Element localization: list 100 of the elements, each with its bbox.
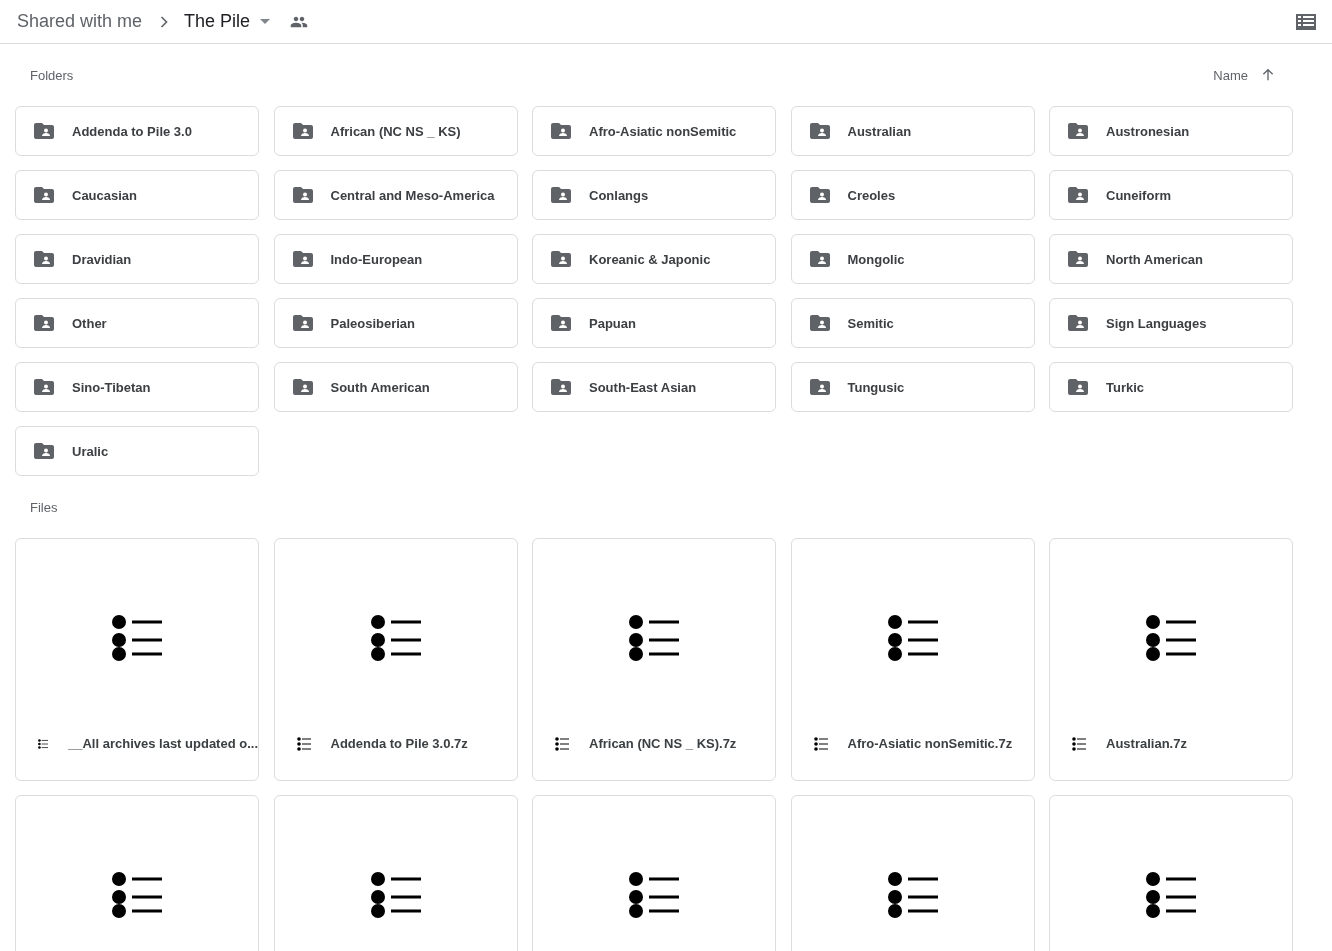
list-icon	[1146, 614, 1196, 661]
folder-name: Sign Languages	[1106, 315, 1207, 331]
shared-folder-icon	[551, 251, 571, 267]
shared-folder-icon	[809, 123, 830, 139]
folder-card[interactable]: Turkic	[1049, 362, 1293, 412]
folder-card[interactable]: Tungusic	[790, 362, 1035, 412]
folder-card[interactable]: Australian	[790, 106, 1035, 156]
folder-card[interactable]: Addenda to Pile 3.0	[15, 106, 259, 156]
shared-folder-icon	[551, 187, 571, 203]
folder-card[interactable]: Austronesian	[1049, 106, 1293, 156]
folder-name: Paleosiberian	[330, 315, 416, 331]
shared-folder-icon	[1068, 379, 1088, 395]
folder-card[interactable]: Papuan	[532, 298, 776, 348]
shared-folder-icon	[1068, 251, 1088, 267]
folder-card[interactable]: Mongolic	[790, 234, 1035, 284]
folder-card[interactable]: Cuneiform	[1049, 170, 1293, 220]
folder-card[interactable]: South-East Asian	[532, 362, 776, 412]
folder-name: Creoles	[847, 187, 896, 203]
folder-card[interactable]: South American	[273, 362, 518, 412]
folder-name: Other	[72, 315, 107, 331]
shared-folder-icon	[1068, 123, 1088, 139]
list-icon	[813, 736, 828, 751]
list-icon	[887, 614, 938, 661]
file-card[interactable]: __All archives last updated o...	[15, 538, 259, 781]
folder-name: Uralic	[72, 443, 109, 459]
folder-name: Papuan	[589, 315, 636, 331]
file-name: Australian.7z	[1106, 736, 1187, 751]
folder-card[interactable]: Sino-Tibetan	[15, 362, 259, 412]
folder-card[interactable]: Creoles	[790, 170, 1035, 220]
shared-folder-icon	[551, 379, 571, 395]
shared-folder-icon	[34, 315, 54, 331]
list-icon	[370, 871, 421, 918]
folder-name: North American	[1106, 251, 1204, 267]
shared-folder-icon	[292, 187, 313, 203]
shared-folder-icon	[34, 443, 54, 459]
folder-card[interactable]: Sign Languages	[1049, 298, 1293, 348]
list-icon	[1072, 736, 1086, 751]
folder-card[interactable]: Other	[15, 298, 259, 348]
shared-folder-icon	[1068, 315, 1088, 331]
list-icon	[112, 614, 162, 661]
folder-card[interactable]: African (NC NS _ KS)	[273, 106, 518, 156]
shared-folder-icon	[34, 187, 54, 203]
folder-name: African (NC NS _ KS)	[330, 123, 461, 139]
shared-folder-icon	[551, 123, 571, 139]
list-icon	[1146, 871, 1196, 918]
file-name: Afro-Asiatic nonSemitic.7z	[847, 736, 1013, 751]
file-card[interactable]: African (NC NS _ KS).7z	[532, 538, 776, 781]
list-icon	[38, 736, 48, 751]
folder-card[interactable]: Semitic	[790, 298, 1035, 348]
folder-card[interactable]: Dravidian	[15, 234, 259, 284]
caret-down-icon[interactable]	[260, 19, 271, 24]
folder-name: Australian	[847, 123, 912, 139]
shared-folder-icon	[292, 123, 313, 139]
folder-card[interactable]: Afro-Asiatic nonSemitic	[532, 106, 776, 156]
list-icon	[629, 614, 679, 661]
shared-folder-icon	[809, 187, 830, 203]
folder-name: South American	[330, 379, 430, 395]
folder-name: Tungusic	[847, 379, 905, 395]
list-icon	[112, 871, 162, 918]
folder-card[interactable]: Uralic	[15, 426, 259, 476]
file-card[interactable]: Australian.7z	[1049, 538, 1293, 781]
breadcrumb-link[interactable]: The Pile	[184, 11, 251, 32]
shared-folder-icon	[1068, 187, 1088, 203]
list-icon	[555, 736, 569, 751]
folder-name: Turkic	[1106, 379, 1145, 395]
folder-name: Caucasian	[72, 187, 138, 203]
shared-folder-icon	[809, 315, 830, 331]
folder-name: Conlangs	[589, 187, 649, 203]
list-icon	[887, 871, 938, 918]
breadcrumb-link[interactable]: Shared with me	[17, 11, 143, 32]
list-view-icon[interactable]	[1296, 13, 1316, 30]
file-card[interactable]: Addenda to Pile 3.0.7z	[273, 538, 518, 781]
file-name: African (NC NS _ KS).7z	[589, 736, 737, 751]
shared-folder-icon	[34, 379, 54, 395]
folder-card[interactable]: Caucasian	[15, 170, 259, 220]
section-heading: Files	[30, 499, 58, 515]
folder-name: Koreanic & Japonic	[589, 251, 711, 267]
folder-name: Cuneiform	[1106, 187, 1171, 203]
shared-folder-icon	[34, 123, 54, 139]
folder-card[interactable]: Conlangs	[532, 170, 776, 220]
folder-card[interactable]: Indo-European	[273, 234, 518, 284]
folder-card[interactable]: North American	[1049, 234, 1293, 284]
folder-name: Addenda to Pile 3.0	[72, 123, 192, 139]
folder-card[interactable]: Koreanic & Japonic	[532, 234, 776, 284]
folder-name: Sino-Tibetan	[72, 379, 151, 395]
folder-name: Austronesian	[1106, 123, 1190, 139]
sort-button[interactable]: Name	[1213, 67, 1276, 83]
folder-name: Indo-European	[330, 251, 423, 267]
folder-name: Mongolic	[847, 251, 905, 267]
folder-card[interactable]: Paleosiberian	[273, 298, 518, 348]
folder-name: Dravidian	[72, 251, 132, 267]
file-card[interactable]: Afro-Asiatic nonSemitic.7z	[790, 538, 1035, 781]
folder-card[interactable]: Central and Meso-America	[273, 170, 518, 220]
folder-name: Central and Meso-America	[330, 187, 495, 203]
folder-name: Semitic	[847, 315, 894, 331]
list-icon	[370, 614, 421, 661]
shared-folder-icon	[551, 315, 571, 331]
folder-name: South-East Asian	[589, 379, 697, 395]
arrow-up-icon	[1260, 67, 1276, 83]
file-name: Addenda to Pile 3.0.7z	[330, 736, 468, 751]
